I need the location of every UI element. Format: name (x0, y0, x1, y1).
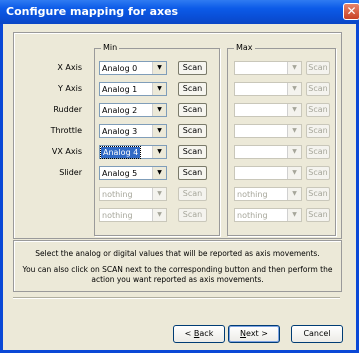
back-prefix: < (184, 329, 194, 338)
max-select-throttle[interactable]: ▼ (234, 124, 302, 138)
chevron-down-icon: ▼ (287, 209, 301, 221)
scan-max-button-extra-1[interactable]: Scan (306, 187, 330, 201)
scan-max-button-y-axis[interactable]: Scan (306, 82, 330, 96)
row-label-vx-axis: VX Axis (51, 147, 82, 156)
max-group-label: Max (234, 43, 255, 52)
max-select-vx-axis[interactable]: ▼ (234, 145, 302, 159)
scan-max-button-x-axis[interactable]: Scan (306, 61, 330, 75)
scan-max-button-slider[interactable]: Scan (306, 166, 330, 180)
scan-min-button-vx-axis[interactable]: Scan (178, 145, 207, 159)
chevron-down-icon: ▼ (152, 104, 166, 116)
scan-min-button-x-axis[interactable]: Scan (178, 61, 207, 75)
chevron-down-icon: ▼ (287, 104, 301, 116)
scan-max-button-rudder[interactable]: Scan (306, 103, 330, 117)
chevron-down-icon: ▼ (287, 83, 301, 95)
info-line-3: action you want reported as axis movemen… (91, 275, 264, 284)
max-select-rudder[interactable]: ▼ (234, 103, 302, 117)
info-panel: Select the analog or digital values that… (13, 240, 342, 292)
min-select-value: Analog 3 (102, 127, 138, 136)
info-line-1: Select the analog or digital values that… (35, 249, 320, 258)
min-select-x-axis[interactable]: Analog 0 ▼ (99, 61, 167, 75)
min-select-value: Analog 1 (102, 85, 138, 94)
row-label-x-axis: X Axis (57, 63, 82, 72)
chevron-down-icon: ▼ (287, 167, 301, 179)
scan-max-button-extra-2[interactable]: Scan (306, 208, 330, 222)
min-select-slider[interactable]: Analog 5 ▼ (99, 166, 167, 180)
row-label-throttle: Throttle (50, 126, 82, 135)
min-select-rudder[interactable]: Analog 2 ▼ (99, 103, 167, 117)
title-bar[interactable]: Configure mapping for axes ✕ (0, 0, 359, 24)
max-select-slider[interactable]: ▼ (234, 166, 302, 180)
separator (13, 297, 340, 299)
cancel-button[interactable]: Cancel (291, 325, 343, 343)
min-select-extra-2[interactable]: nothing ▼ (99, 208, 167, 222)
scan-min-button-rudder[interactable]: Scan (178, 103, 207, 117)
scan-min-button-throttle[interactable]: Scan (178, 124, 207, 138)
chevron-down-icon: ▼ (152, 62, 166, 74)
min-select-value: nothing (102, 211, 133, 220)
row-label-rudder: Rudder (53, 105, 82, 114)
min-select-value: nothing (102, 190, 133, 199)
chevron-down-icon: ▼ (152, 167, 166, 179)
max-select-extra-1[interactable]: nothing ▼ (234, 187, 302, 201)
min-select-y-axis[interactable]: Analog 1 ▼ (99, 82, 167, 96)
back-label: ack (199, 329, 214, 338)
max-select-y-axis[interactable]: ▼ (234, 82, 302, 96)
min-select-value: Analog 4 (99, 146, 142, 159)
window-title: Configure mapping for axes (6, 5, 179, 18)
info-line-2: You can also click on SCAN next to the c… (22, 265, 333, 274)
chevron-down-icon: ▼ (152, 188, 166, 200)
row-label-y-axis: Y Axis (57, 84, 82, 93)
max-select-value: nothing (237, 211, 268, 220)
chevron-down-icon: ▼ (287, 188, 301, 200)
chevron-down-icon: ▼ (287, 62, 301, 74)
chevron-down-icon: ▼ (287, 125, 301, 137)
chevron-down-icon: ▼ (152, 125, 166, 137)
scan-max-button-throttle[interactable]: Scan (306, 124, 330, 138)
chevron-down-icon: ▼ (152, 146, 166, 158)
scan-min-button-y-axis[interactable]: Scan (178, 82, 207, 96)
scan-min-button-extra-2[interactable]: Scan (178, 208, 207, 222)
max-select-value: nothing (237, 190, 268, 199)
min-select-value: Analog 0 (102, 64, 138, 73)
min-select-throttle[interactable]: Analog 3 ▼ (99, 124, 167, 138)
scan-min-button-slider[interactable]: Scan (178, 166, 207, 180)
back-button[interactable]: < Back (173, 325, 225, 343)
dialog-window: Configure mapping for axes ✕ Min Max X A… (0, 0, 359, 353)
max-select-extra-2[interactable]: nothing ▼ (234, 208, 302, 222)
chevron-down-icon: ▼ (152, 209, 166, 221)
min-select-vx-axis[interactable]: Analog 4 ▼ (99, 145, 167, 159)
min-select-value: Analog 2 (102, 106, 138, 115)
min-select-extra-1[interactable]: nothing ▼ (99, 187, 167, 201)
close-icon: ✕ (346, 4, 357, 18)
min-select-value: Analog 5 (102, 169, 138, 178)
max-select-x-axis[interactable]: ▼ (234, 61, 302, 75)
row-label-slider: Slider (59, 168, 82, 177)
next-button[interactable]: Next > (228, 325, 280, 343)
scan-max-button-vx-axis[interactable]: Scan (306, 145, 330, 159)
axes-panel: Min Max X Axis Analog 0 ▼ Scan ▼ Scan Y … (13, 32, 342, 239)
next-label: ext > (246, 329, 268, 338)
min-group-label: Min (101, 43, 120, 52)
scan-min-button-extra-1[interactable]: Scan (178, 187, 207, 201)
close-button[interactable]: ✕ (343, 3, 359, 20)
chevron-down-icon: ▼ (152, 83, 166, 95)
chevron-down-icon: ▼ (287, 146, 301, 158)
